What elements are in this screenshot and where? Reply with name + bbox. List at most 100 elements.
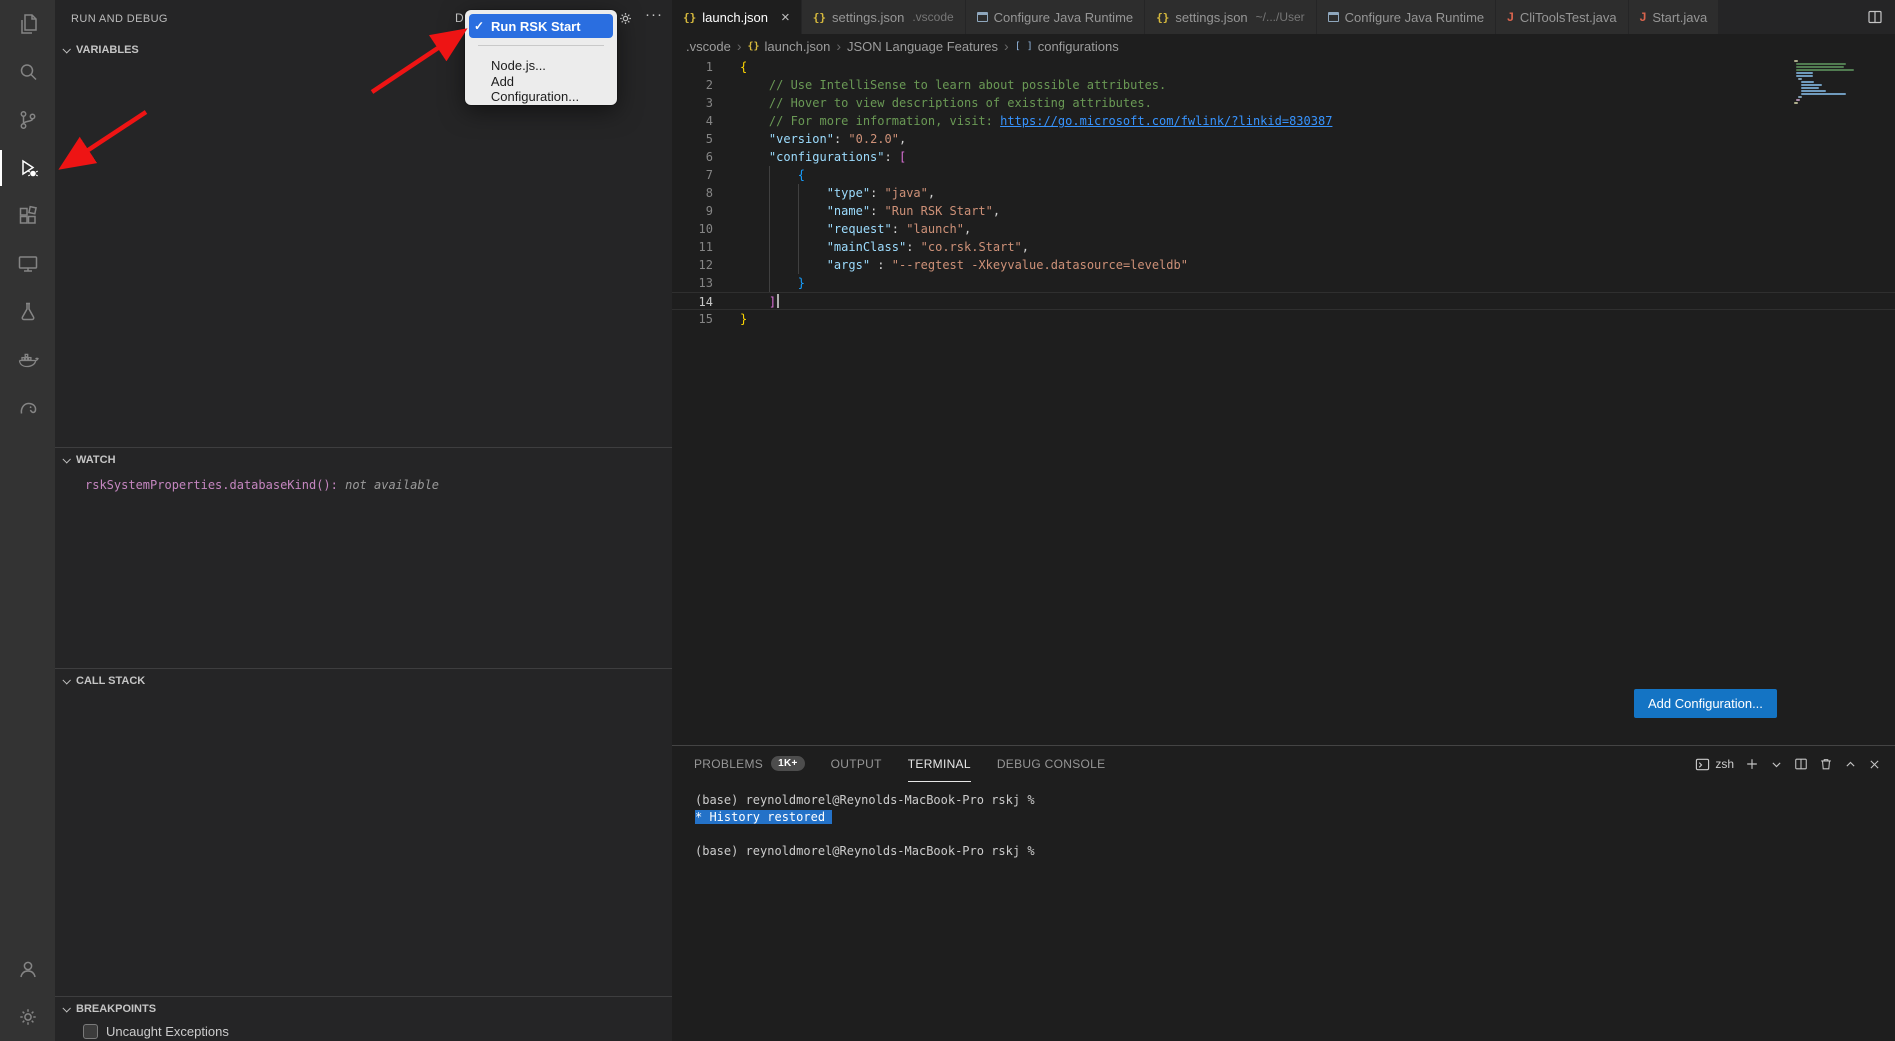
breadcrumb-item-launch-json[interactable]: {}launch.json bbox=[747, 39, 830, 54]
activity-item-source-control[interactable] bbox=[0, 96, 55, 144]
line-number[interactable]: 8 bbox=[672, 184, 713, 202]
editor-tab-configure-java-runtime[interactable]: Configure Java Runtime bbox=[966, 0, 1144, 34]
breadcrumb-item-json-language-features[interactable]: JSON Language Features bbox=[847, 39, 998, 54]
minimap-line bbox=[1801, 81, 1815, 83]
minimap-line bbox=[1796, 75, 1813, 77]
activity-item-remote-explorer[interactable] bbox=[0, 240, 55, 288]
code-line-10[interactable]: 10 "request": "launch", bbox=[672, 220, 1895, 238]
panel-tab-problems[interactable]: PROBLEMS1K+ bbox=[694, 746, 805, 782]
line-number[interactable]: 13 bbox=[672, 274, 713, 292]
code-line-9[interactable]: 9 "name": "Run RSK Start", bbox=[672, 202, 1895, 220]
call-stack-section-header[interactable]: CALL STACK bbox=[55, 669, 672, 693]
activity-item-search[interactable] bbox=[0, 48, 55, 96]
code-line-7[interactable]: 7 { bbox=[672, 166, 1895, 184]
terminal-line: * History restored bbox=[695, 809, 1895, 826]
editor-group: {}launch.json×{}settings.json.vscodeConf… bbox=[672, 0, 1895, 1041]
code-line-1[interactable]: 1{ bbox=[672, 58, 1895, 76]
activity-item-extensions[interactable] bbox=[0, 192, 55, 240]
panel-tab-output[interactable]: OUTPUT bbox=[831, 746, 882, 782]
code-line-14[interactable]: 14 ] bbox=[672, 292, 1895, 310]
panel-actions: zsh bbox=[1695, 757, 1895, 772]
line-number[interactable]: 5 bbox=[672, 130, 713, 148]
indent-guide bbox=[798, 184, 799, 274]
code-text: { bbox=[740, 166, 805, 184]
breadcrumb-label: JSON Language Features bbox=[847, 39, 998, 54]
watch-expression-row[interactable]: rskSystemProperties.databaseKind(): not … bbox=[55, 472, 672, 492]
dropdown-item-add-configuration[interactable]: ✓Add Configuration... bbox=[469, 77, 613, 101]
activity-item-docker[interactable] bbox=[0, 336, 55, 384]
activity-item-explorer[interactable] bbox=[0, 0, 55, 48]
more-actions-icon[interactable]: ··· bbox=[645, 6, 663, 23]
line-number[interactable]: 6 bbox=[672, 148, 713, 166]
debug-config-select[interactable]: D bbox=[455, 11, 464, 25]
close-tab-icon[interactable]: × bbox=[781, 10, 790, 25]
breadcrumb-item-vscode[interactable]: .vscode bbox=[686, 39, 731, 54]
code-line-11[interactable]: 11 "mainClass": "co.rsk.Start", bbox=[672, 238, 1895, 256]
editor-tab-launch-json[interactable]: {}launch.json× bbox=[672, 0, 801, 34]
terminal-line: (base) reynoldmorel@Reynolds-MacBook-Pro… bbox=[695, 792, 1895, 809]
activity-item-accounts[interactable] bbox=[0, 945, 55, 993]
line-number[interactable]: 11 bbox=[672, 238, 713, 256]
code-line-13[interactable]: 13 } bbox=[672, 274, 1895, 292]
maximize-panel-chevron-up-icon[interactable] bbox=[1844, 758, 1857, 771]
code-line-6[interactable]: 6 "configurations": [ bbox=[672, 148, 1895, 166]
watch-section-header[interactable]: WATCH bbox=[55, 448, 672, 472]
code-line-4[interactable]: 4 // For more information, visit: https:… bbox=[672, 112, 1895, 130]
code-line-8[interactable]: 8 "type": "java", bbox=[672, 184, 1895, 202]
breadcrumb-item-configurations[interactable]: [ ]configurations bbox=[1015, 39, 1119, 54]
terminal-dropdown-chevron-icon[interactable] bbox=[1770, 758, 1783, 771]
tab-label: launch.json bbox=[702, 10, 768, 25]
editor-tab-start-java[interactable]: JStart.java bbox=[1629, 0, 1719, 34]
panel-tab-label: TERMINAL bbox=[908, 757, 971, 771]
minimap-line bbox=[1796, 99, 1800, 101]
terminal-output[interactable]: (base) reynoldmorel@Reynolds-MacBook-Pro… bbox=[672, 782, 1895, 860]
launch-settings-gear-icon[interactable] bbox=[617, 10, 634, 27]
code-line-12[interactable]: 12 "args" : "--regtest -Xkeyvalue.dataso… bbox=[672, 256, 1895, 274]
line-number[interactable]: 1 bbox=[672, 58, 713, 76]
new-terminal-icon[interactable] bbox=[1745, 757, 1759, 771]
activity-item-gradle[interactable] bbox=[0, 384, 55, 432]
activity-item-testing[interactable] bbox=[0, 288, 55, 336]
editor-tab-clitoolstest-java[interactable]: JCliToolsTest.java bbox=[1496, 0, 1628, 34]
add-configuration-button[interactable]: Add Configuration... bbox=[1634, 689, 1777, 718]
json-file-icon: {} bbox=[813, 11, 826, 24]
code-line-2[interactable]: 2 // Use IntelliSense to learn about pos… bbox=[672, 76, 1895, 94]
code-text: "args" : "--regtest -Xkeyvalue.datasourc… bbox=[740, 256, 1188, 274]
line-number[interactable]: 7 bbox=[672, 166, 713, 184]
editor-tab-settings-json[interactable]: {}settings.json~/.../User bbox=[1145, 0, 1316, 34]
breakpoints-section-header[interactable]: BREAKPOINTS bbox=[55, 997, 672, 1021]
split-terminal-icon[interactable] bbox=[1794, 757, 1808, 771]
minimap[interactable] bbox=[1794, 60, 1856, 105]
line-number[interactable]: 9 bbox=[672, 202, 713, 220]
line-number[interactable]: 10 bbox=[672, 220, 713, 238]
dropdown-item-run-rsk-start[interactable]: ✓Run RSK Start bbox=[469, 14, 613, 38]
code-line-5[interactable]: 5 "version": "0.2.0", bbox=[672, 130, 1895, 148]
kill-terminal-trash-icon[interactable] bbox=[1819, 757, 1833, 771]
code-editor[interactable]: 1{2 // Use IntelliSense to learn about p… bbox=[672, 58, 1895, 745]
line-number[interactable]: 3 bbox=[672, 94, 713, 112]
editor-tab-configure-java-runtime[interactable]: Configure Java Runtime bbox=[1317, 0, 1495, 34]
line-number[interactable]: 4 bbox=[672, 112, 713, 130]
split-editor-icon[interactable] bbox=[1867, 9, 1883, 25]
line-number[interactable]: 12 bbox=[672, 256, 713, 274]
editor-tab-settings-json[interactable]: {}settings.json.vscode bbox=[802, 0, 965, 34]
code-text: "request": "launch", bbox=[740, 220, 971, 238]
activity-item-settings[interactable] bbox=[0, 993, 55, 1041]
code-line-3[interactable]: 3 // Hover to view descriptions of exist… bbox=[672, 94, 1895, 112]
line-number[interactable]: 15 bbox=[672, 310, 713, 328]
remote-explorer-icon bbox=[16, 252, 40, 276]
line-number[interactable]: 14 bbox=[672, 293, 713, 309]
panel-tab-debug-console[interactable]: DEBUG CONSOLE bbox=[997, 746, 1106, 782]
json-icon: {} bbox=[747, 41, 759, 52]
panel-tab-terminal[interactable]: TERMINAL bbox=[908, 746, 971, 782]
line-number[interactable]: 2 bbox=[672, 76, 713, 94]
chevron-down-icon bbox=[62, 45, 70, 53]
terminal-shell-selector[interactable]: zsh bbox=[1695, 757, 1734, 772]
activity-item-run-debug[interactable] bbox=[0, 144, 55, 192]
webview-icon bbox=[977, 12, 988, 22]
close-panel-icon[interactable] bbox=[1868, 758, 1881, 771]
breadcrumb-label: .vscode bbox=[686, 39, 731, 54]
breadcrumb-separator: › bbox=[1004, 38, 1009, 54]
uncaught-exceptions-checkbox[interactable] bbox=[83, 1024, 98, 1039]
code-line-15[interactable]: 15} bbox=[672, 310, 1895, 328]
